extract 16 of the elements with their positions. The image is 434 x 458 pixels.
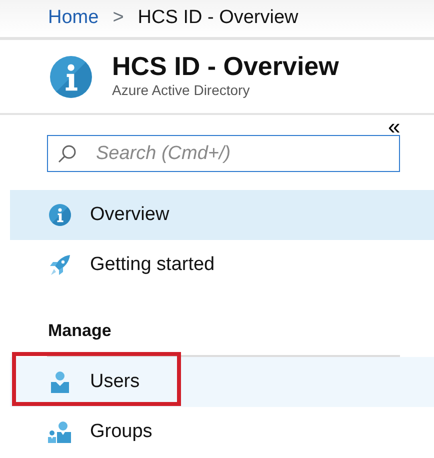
info-icon xyxy=(49,204,71,226)
rocket-icon xyxy=(49,254,71,276)
info-icon xyxy=(50,56,92,98)
section-heading: Manage xyxy=(47,320,112,342)
menu-item[interactable]: Getting started xyxy=(10,240,434,290)
breadcrumb-link[interactable]: Home xyxy=(48,4,99,33)
menu-item[interactable]: Overview xyxy=(10,190,434,240)
collapse-button[interactable]: « xyxy=(388,116,400,138)
page-subtitle: Azure Active Directory xyxy=(112,81,251,100)
user-icon xyxy=(50,371,70,393)
breadcrumb-current: HCS ID - Overview xyxy=(138,6,298,30)
breadcrumb-separator: > xyxy=(112,6,124,30)
menu-item[interactable]: Groups xyxy=(10,407,434,457)
page-title: HCS ID - Overview xyxy=(112,52,339,80)
search-field[interactable]: Search (Cmd+/) xyxy=(47,135,400,172)
group-icon xyxy=(48,421,72,443)
